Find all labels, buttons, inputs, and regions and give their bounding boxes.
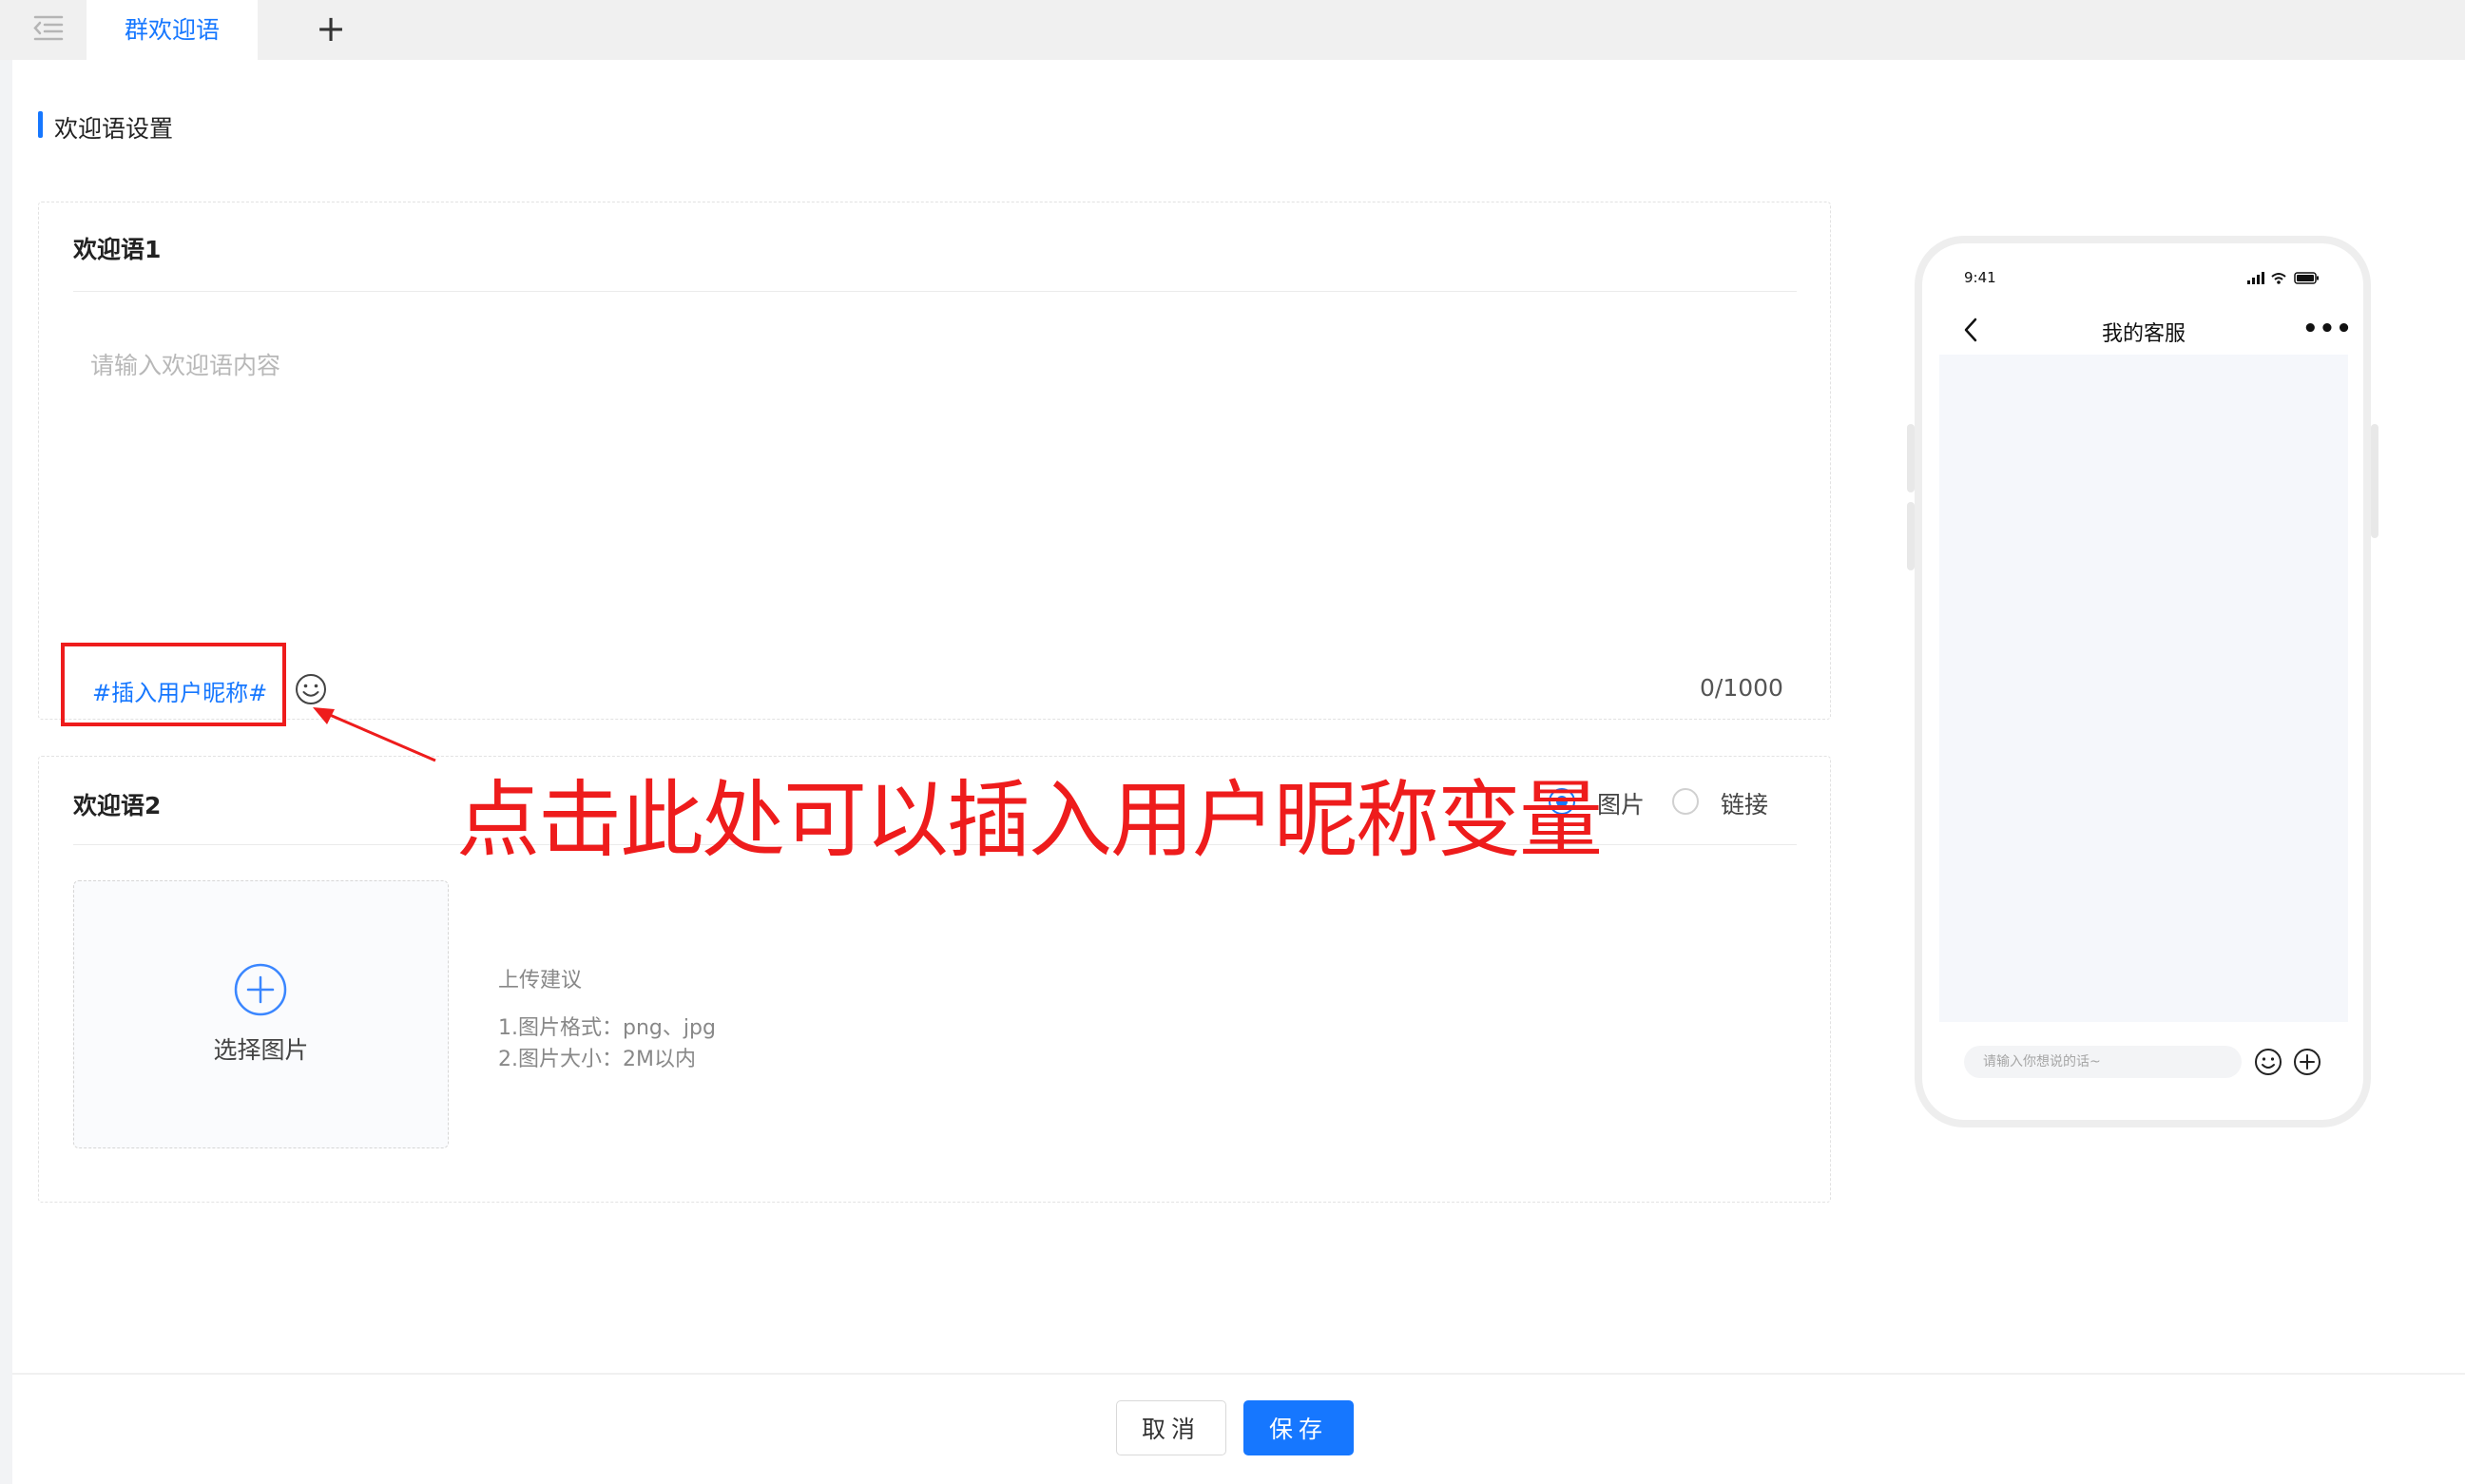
radio-image-label[interactable]: 图片: [1597, 786, 1645, 820]
tab-label: 群欢迎语: [124, 16, 220, 44]
tab-group-welcome[interactable]: 群欢迎语: [87, 0, 258, 60]
radio-link-label[interactable]: 链接: [1721, 786, 1768, 820]
tab-bar: [0, 0, 2465, 60]
smile-icon[interactable]: [2253, 1047, 2283, 1077]
char-count: 0/1000: [1700, 674, 1783, 702]
save-button[interactable]: 保存: [1243, 1400, 1354, 1455]
phone-status-time: 9:41: [1964, 269, 1996, 286]
annotation-highlight-box: [61, 643, 286, 726]
phone-chat-area: [1939, 355, 2348, 1022]
menu-fold-icon[interactable]: [31, 10, 66, 44]
annotation-text: 点击此处可以插入用户昵称变量: [456, 771, 1603, 869]
section-accent-bar: [38, 111, 43, 138]
annotation-arrow-icon: [313, 707, 436, 762]
upload-tip: 2.图片大小：2M以内: [498, 1048, 696, 1071]
welcome-2-title: 欢迎语2: [73, 792, 162, 819]
content-left-edge: [0, 60, 12, 1484]
divider: [73, 291, 1797, 292]
radio-link[interactable]: [1672, 788, 1699, 815]
section-title: 欢迎语设置: [54, 115, 174, 143]
welcome-1-textarea[interactable]: [73, 337, 1797, 623]
upload-tip: 1.图片格式：png、jpg: [498, 1016, 716, 1040]
upload-label[interactable]: 选择图片: [73, 1031, 449, 1066]
upload-tips-title: 上传建议: [498, 969, 583, 993]
add-tab-button[interactable]: +: [314, 8, 348, 49]
welcome-1-title: 欢迎语1: [73, 236, 162, 263]
phone-message-input[interactable]: [1964, 1046, 2242, 1078]
phone-side-button: [2371, 424, 2378, 538]
phone-side-button: [1907, 502, 1915, 570]
more-dots-icon[interactable]: •••: [2302, 315, 2353, 343]
phone-side-button: [1907, 424, 1915, 492]
cancel-button[interactable]: 取消: [1116, 1400, 1226, 1455]
footer-divider: [12, 1373, 2465, 1375]
signal-wifi-battery-icon: [2247, 272, 2319, 284]
phone-chat-title: 我的客服: [2101, 322, 2186, 346]
back-chevron-icon[interactable]: [1960, 316, 1983, 344]
plus-circle-icon[interactable]: [2292, 1047, 2322, 1077]
plus-circle-icon[interactable]: [233, 962, 288, 1017]
